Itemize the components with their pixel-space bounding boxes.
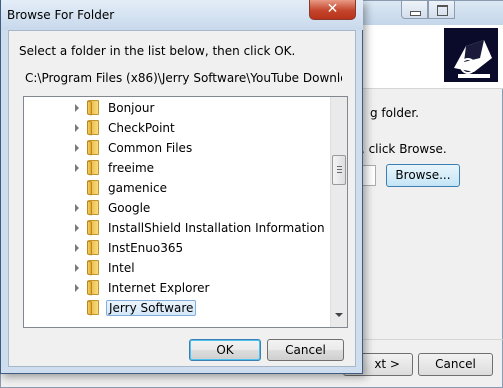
folder-label: Google: [108, 201, 151, 215]
minimize-button[interactable]: [401, 1, 428, 19]
folder-label: CheckPoint: [108, 121, 175, 135]
scrollbar-thumb[interactable]: [332, 155, 346, 185]
chevron-right-icon[interactable]: [75, 104, 79, 112]
folder-icon: [87, 200, 101, 216]
folder-label: Jerry Software: [106, 300, 197, 316]
folder-label: InstallShield Installation Information: [108, 221, 325, 235]
chevron-right-icon[interactable]: [75, 144, 79, 152]
dialog-body: Select a folder in the list below, then …: [8, 30, 356, 367]
destination-folder-field[interactable]: [361, 165, 376, 186]
chevron-right-icon[interactable]: [75, 264, 79, 272]
folder-icon: [87, 120, 101, 136]
folder-icon: [87, 220, 101, 236]
folder-item[interactable]: Bonjour: [24, 98, 331, 118]
folder-label: Bonjour: [108, 101, 155, 115]
chevron-right-icon[interactable]: [75, 244, 79, 252]
close-button[interactable]: ✕: [309, 0, 356, 20]
header-text-fragment: g folder.: [370, 106, 419, 120]
folder-icon: [87, 100, 101, 116]
footer-divider: [361, 339, 503, 340]
close-icon: ✕: [326, 1, 339, 17]
folder-item[interactable]: Google: [24, 198, 331, 218]
chevron-right-icon[interactable]: [75, 124, 79, 132]
tree-scrollbar[interactable]: [330, 97, 347, 327]
folder-icon: [87, 300, 101, 316]
maximize-button[interactable]: [428, 1, 455, 19]
selected-path-label: C:\Program Files (x86)\Jerry Software\Yo…: [25, 71, 342, 85]
folder-item[interactable]: InstEnuo365: [24, 238, 331, 258]
folder-icon: [87, 260, 101, 276]
folder-item[interactable]: freeime: [24, 158, 331, 178]
browse-for-folder-dialog: Browse For Folder ✕ Select a folder in t…: [0, 0, 363, 374]
folder-icon: [87, 180, 101, 196]
folder-item[interactable]: gamenice: [24, 178, 331, 198]
folder-label: InstEnuo365: [108, 241, 184, 255]
folder-item[interactable]: Common Files: [24, 138, 331, 158]
folder-item[interactable]: Intel: [24, 258, 331, 278]
chevron-right-icon[interactable]: [75, 204, 79, 212]
folder-item[interactable]: Jerry Software: [24, 298, 331, 318]
instruction-text-fragment: r, click Browse.: [356, 142, 447, 156]
folder-item[interactable]: Internet Explorer: [24, 278, 331, 298]
folder-item[interactable]: InstallShield Installation Information: [24, 218, 331, 238]
chevron-right-icon[interactable]: [75, 224, 79, 232]
folder-label: Intel: [108, 261, 135, 275]
folder-icon: [87, 280, 101, 296]
dialog-titlebar[interactable]: Browse For Folder ✕: [1, 0, 363, 30]
app-logo-icon: [444, 28, 498, 82]
folder-label: freeime: [108, 161, 155, 175]
folder-icon: [87, 240, 101, 256]
chevron-right-icon[interactable]: [75, 164, 79, 172]
dialog-title: Browse For Folder: [7, 8, 115, 22]
folder-tree[interactable]: Bonjour CheckPoint Common Files freeime game…: [23, 96, 348, 328]
folder-item[interactable]: CheckPoint: [24, 118, 331, 138]
chevron-right-icon[interactable]: [75, 284, 79, 292]
folder-label: gamenice: [108, 181, 167, 195]
scroll-down-icon[interactable]: [335, 313, 343, 317]
folder-icon: [87, 140, 101, 156]
installer-cancel-button[interactable]: Cancel: [418, 353, 493, 376]
dialog-prompt: Select a folder in the list below, then …: [19, 44, 296, 58]
folder-label: Internet Explorer: [108, 281, 210, 295]
browse-button[interactable]: Browse...: [386, 164, 460, 187]
folder-icon: [87, 160, 101, 176]
ok-button[interactable]: OK: [189, 339, 261, 361]
folder-label: Common Files: [108, 141, 193, 155]
cancel-button[interactable]: Cancel: [267, 339, 344, 361]
